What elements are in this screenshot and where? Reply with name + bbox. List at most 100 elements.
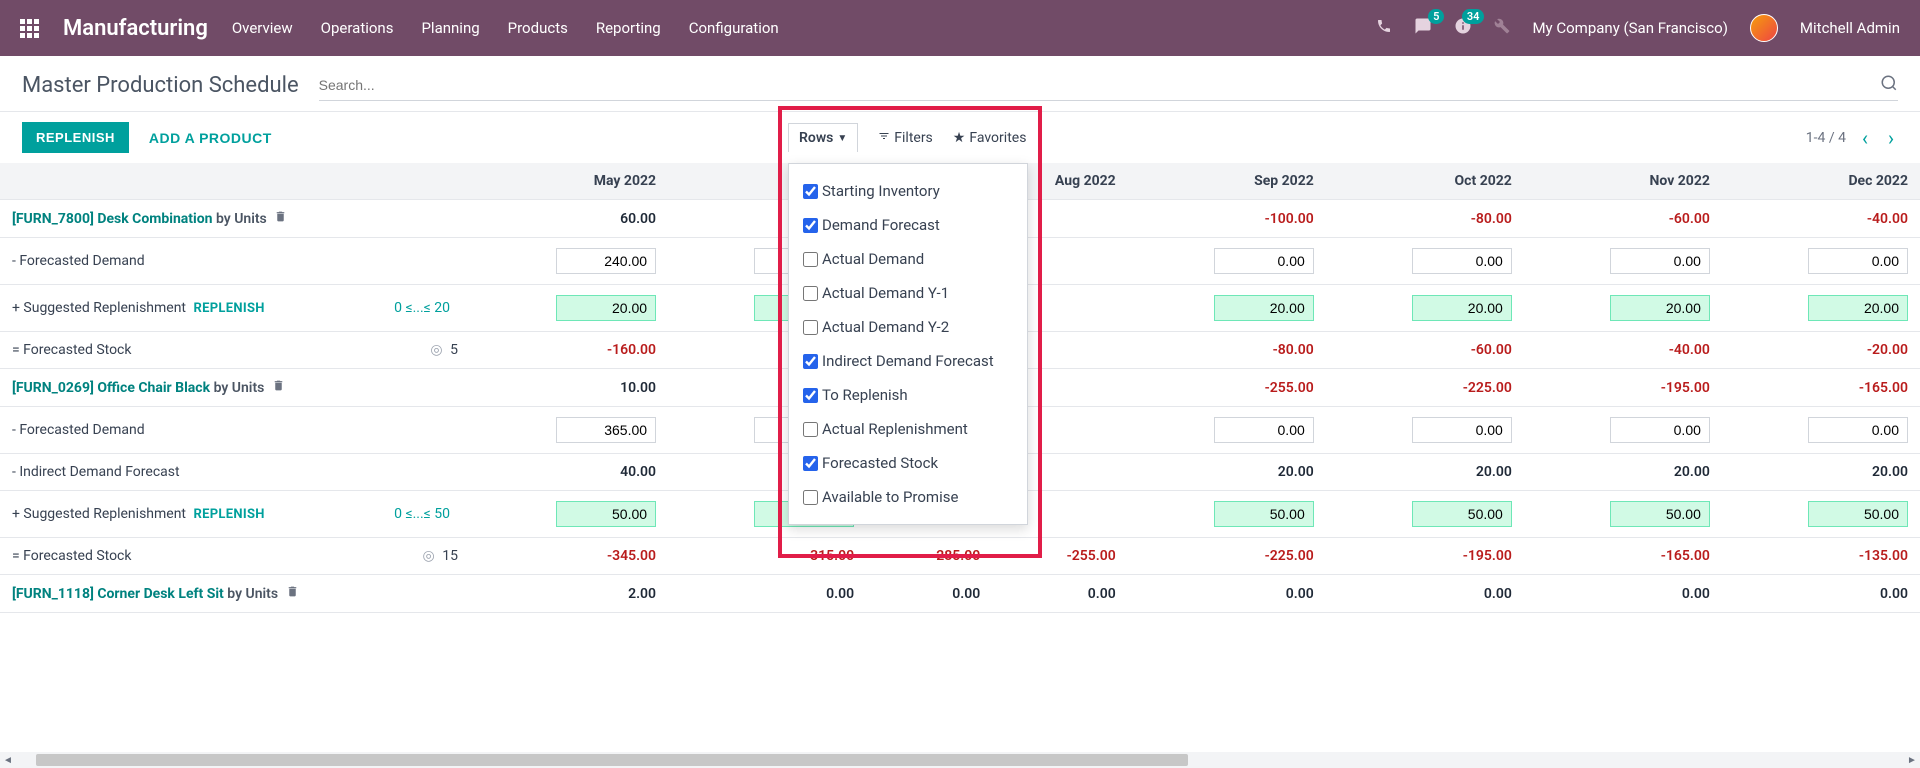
value-input[interactable] [556,417,656,443]
value-input[interactable] [1610,417,1710,443]
static-value: -195.00 [1326,538,1524,575]
replenish-button[interactable]: REPLENISH [22,122,129,153]
header-value: 0.00 [1128,575,1326,613]
checkbox[interactable] [803,388,818,403]
value-input[interactable] [556,248,656,274]
nav-products[interactable]: Products [508,19,568,37]
product-row: [FURN_7800] Desk Combination by Units [0,200,340,238]
dropdown-item-available-to-promise[interactable]: Available to Promise [803,480,1013,514]
pager-prev[interactable]: ‹ [1858,126,1872,150]
product-name[interactable]: Desk Combination [97,211,212,227]
checkbox[interactable] [803,218,818,233]
value-input[interactable] [1412,295,1512,321]
column-header: May 2022 [470,163,668,200]
checkbox[interactable] [803,286,818,301]
checkbox[interactable] [803,422,818,437]
favorites-filter[interactable]: ★ Favorites [953,130,1027,146]
checkbox[interactable] [803,490,818,505]
product-code[interactable]: [FURN_1118] [12,586,94,602]
caret-down-icon: ▼ [837,133,847,144]
nav-operations[interactable]: Operations [321,19,394,37]
value-input[interactable] [1610,295,1710,321]
value-input[interactable] [556,501,656,527]
nav-configuration[interactable]: Configuration [689,19,779,37]
value-input[interactable] [1610,248,1710,274]
static-value: -160.00 [470,332,668,369]
dropdown-item-actual-demand-y-2[interactable]: Actual Demand Y-2 [803,310,1013,344]
static-value: -345.00 [470,538,668,575]
header-value: 0.00 [668,575,866,613]
search-icon[interactable] [1880,74,1898,96]
nav-planning[interactable]: Planning [421,19,479,37]
header-value: -60.00 [1524,200,1722,238]
header-value: 0.00 [1326,575,1524,613]
funnel-icon [878,130,890,146]
checkbox[interactable] [803,320,818,335]
value-input[interactable] [1214,295,1314,321]
header-value: 0.00 [992,575,1127,613]
dropdown-item-actual-replenishment[interactable]: Actual Replenishment [803,412,1013,446]
filters-filter[interactable]: Filters [878,130,933,146]
chat-icon[interactable]: 5 [1414,17,1432,39]
dropdown-item-indirect-demand-forecast[interactable]: Indirect Demand Forecast [803,344,1013,378]
horizontal-scrollbar[interactable]: ◄ ► [0,752,1920,768]
header-value: 60.00 [470,200,668,238]
checkbox[interactable] [803,456,818,471]
value-input[interactable] [1412,248,1512,274]
static-value: -135.00 [1722,538,1920,575]
header-value: -255.00 [1128,369,1326,407]
dropdown-item-starting-inventory[interactable]: Starting Inventory [803,174,1013,208]
dropdown-item-actual-demand[interactable]: Actual Demand [803,242,1013,276]
user-name[interactable]: Mitchell Admin [1800,19,1900,37]
activity-icon[interactable]: 34 [1454,17,1472,39]
header-value: -195.00 [1524,369,1722,407]
checkbox[interactable] [803,354,818,369]
product-code[interactable]: [FURN_7800] [12,211,94,227]
dropdown-item-demand-forecast[interactable]: Demand Forecast [803,208,1013,242]
trash-icon[interactable] [286,586,299,602]
trash-icon[interactable] [274,211,287,227]
static-value: -60.00 [1326,332,1524,369]
value-input[interactable] [1412,501,1512,527]
value-input[interactable] [1808,248,1908,274]
product-name[interactable]: Corner Desk Left Sit [97,586,223,602]
dropdown-item-forecasted-stock[interactable]: Forecasted Stock [803,446,1013,480]
static-value: -285.00 [866,538,992,575]
row-label: - Forecasted Demand [0,238,340,285]
column-header: Sep 2022 [1128,163,1326,200]
replenish-inline[interactable]: REPLENISH [194,301,265,316]
product-code[interactable]: [FURN_0269] [12,380,94,396]
product-name[interactable]: Office Chair Black [97,380,210,396]
value-input[interactable] [1214,501,1314,527]
value-input[interactable] [1214,248,1314,274]
value-input[interactable] [1808,295,1908,321]
dropdown-item-actual-demand-y-1[interactable]: Actual Demand Y-1 [803,276,1013,310]
add-product-button[interactable]: ADD A PRODUCT [149,130,272,146]
rows-filter[interactable]: Rows ▼ [788,123,858,152]
phone-icon[interactable] [1376,18,1392,38]
apps-icon[interactable] [20,19,39,38]
checkbox[interactable] [803,252,818,267]
value-input[interactable] [1214,417,1314,443]
value-input[interactable] [556,295,656,321]
pager-next[interactable]: › [1884,126,1898,150]
value-input[interactable] [1610,501,1710,527]
replenish-inline[interactable]: REPLENISH [194,507,265,522]
value-input[interactable] [1412,417,1512,443]
activity-badge: 34 [1462,9,1485,24]
trash-icon[interactable] [272,380,285,396]
checkbox[interactable] [803,184,818,199]
static-value: 20.00 [1722,454,1920,491]
tools-icon[interactable] [1494,18,1510,38]
static-value: -20.00 [1722,332,1920,369]
dropdown-item-to-replenish[interactable]: To Replenish [803,378,1013,412]
nav-reporting[interactable]: Reporting [596,19,661,37]
nav-overview[interactable]: Overview [232,19,293,37]
company-name[interactable]: My Company (San Francisco) [1532,19,1727,37]
search-input[interactable] [319,77,1880,93]
target-icon: ◎ [423,548,435,564]
value-input[interactable] [1808,501,1908,527]
header-value: -100.00 [1128,200,1326,238]
avatar[interactable] [1750,14,1778,42]
value-input[interactable] [1808,417,1908,443]
